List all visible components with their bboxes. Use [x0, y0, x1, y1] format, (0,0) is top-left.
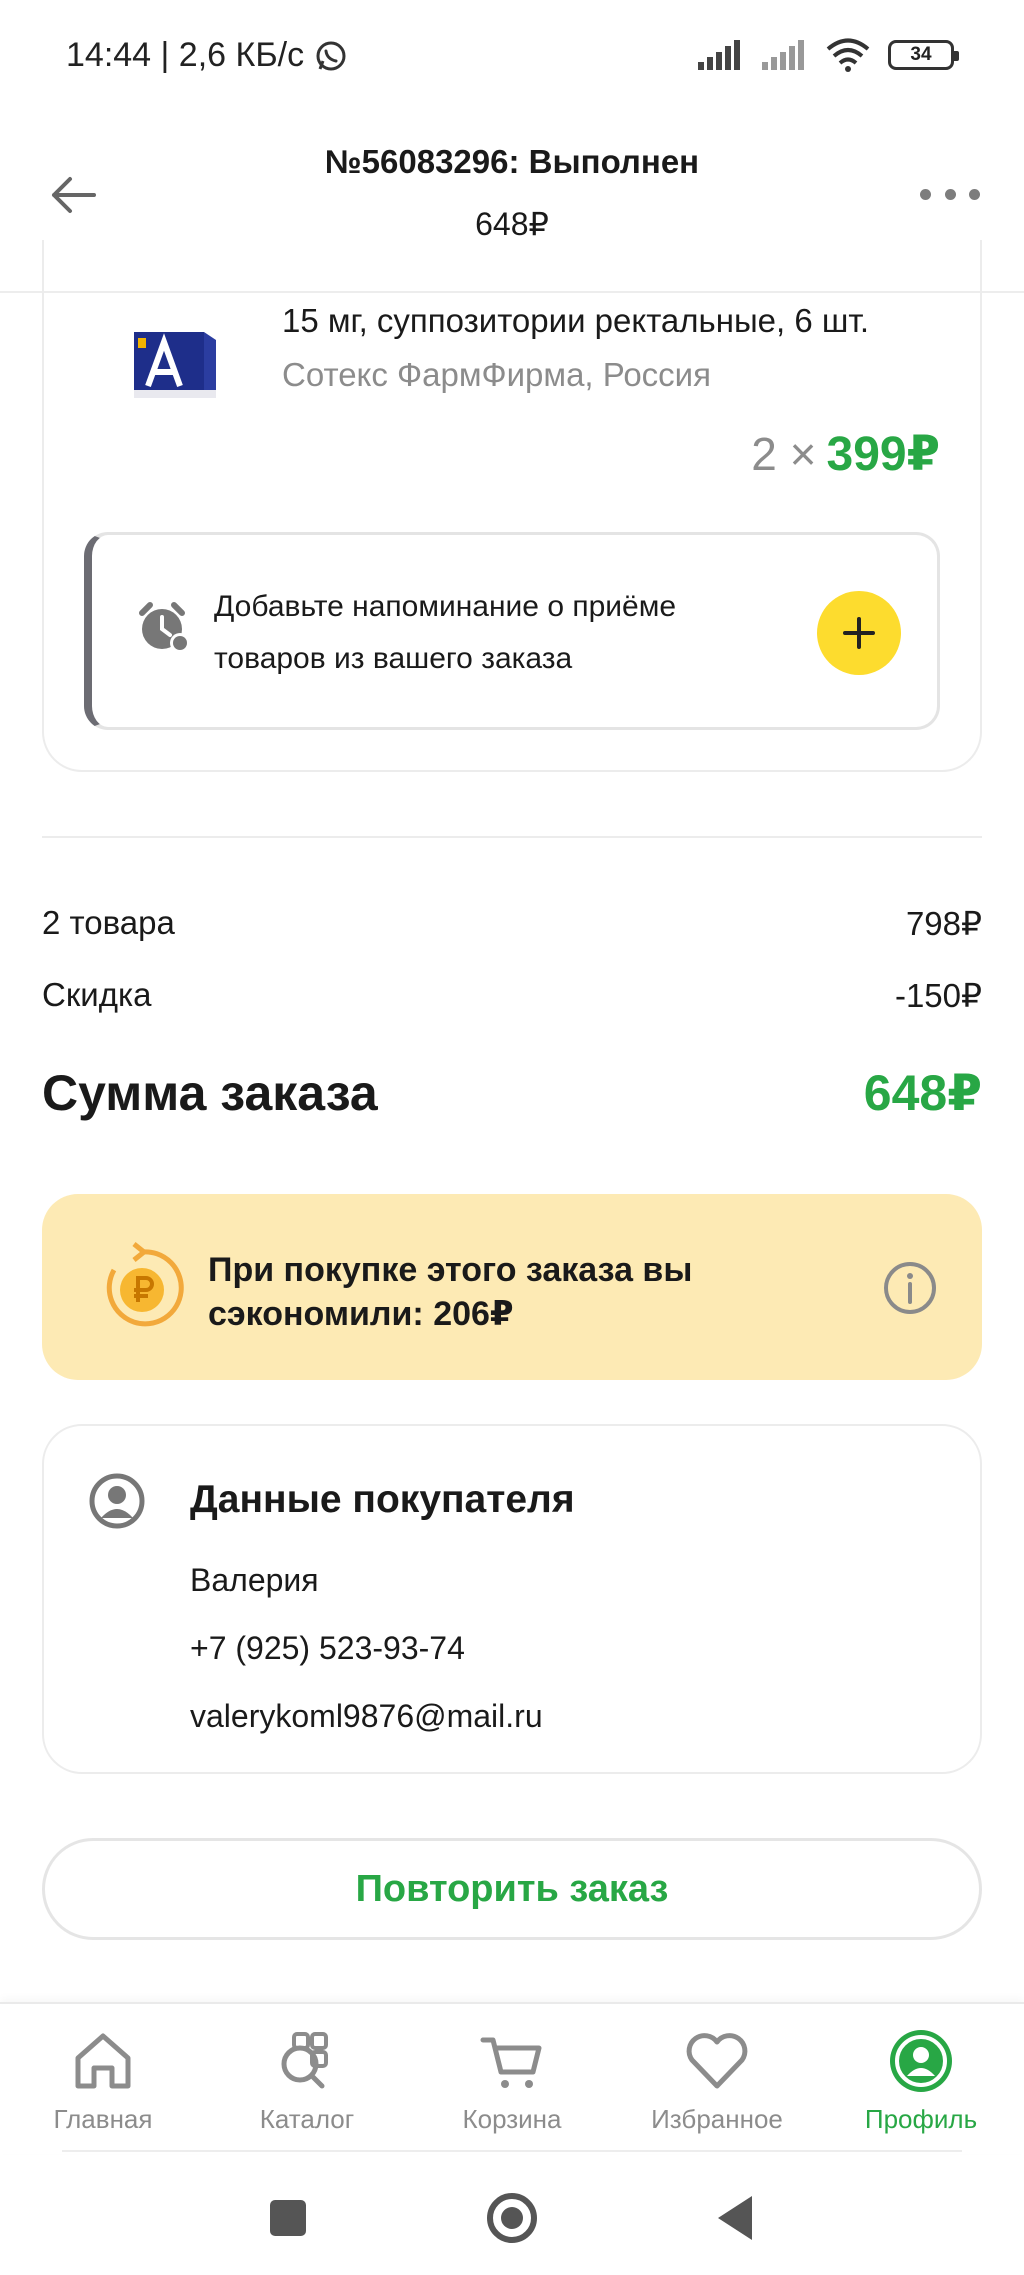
home-icon: [75, 2033, 131, 2089]
medicine-box-icon: [134, 332, 216, 398]
status-time: 14:44 | 2,6 КБ/с: [66, 36, 305, 74]
nav-label-profile: Профиль: [864, 2104, 978, 2134]
product-description: 15 мг, суппозитории ректальные, 6 шт.: [282, 302, 869, 339]
nav-label-cart: Корзина: [462, 2104, 562, 2134]
info-icon[interactable]: [882, 1260, 938, 1316]
dot-icon: [920, 188, 931, 200]
divider: [42, 836, 982, 838]
whatsapp-icon: [316, 41, 346, 70]
alarm-clock-icon: [139, 602, 190, 653]
savings-text: При покупке этого заказа вы сэкономили: …: [208, 1251, 693, 1333]
profile-icon: [890, 2030, 952, 2092]
repeat-order-button[interactable]: Повторить заказ: [42, 1838, 982, 1940]
summary-items-row: 2 товара 798₽: [42, 904, 982, 943]
page-title: №56083296: Выполнен: [324, 143, 700, 180]
ruble-coin-icon: [106, 1242, 184, 1327]
customer-phone: +7 (925) 523-93-74: [190, 1630, 465, 1666]
user-circle-icon: [89, 1473, 145, 1529]
reminder-text: Добавьте напоминание о приёме товаров из…: [214, 590, 677, 675]
catalog-icon: [281, 2032, 328, 2089]
recent-apps-icon[interactable]: [258, 2188, 318, 2248]
summary-total-row: Сумма заказа 648₽: [42, 1064, 982, 1122]
heart-icon: [686, 2033, 748, 2089]
customer-email: valerykoml9876@mail.ru: [190, 1698, 543, 1734]
signal-icon-2: [762, 40, 804, 70]
savings-banner: При покупке этого заказа вы сэкономили: …: [42, 1194, 982, 1380]
items-sum-value: 798₽: [905, 905, 982, 942]
dot-icon: [944, 188, 956, 200]
discount-label: Скидка: [42, 976, 152, 1013]
discount-value: -150₽: [894, 977, 982, 1014]
status-left: 14:44 | 2,6 КБ/с: [66, 36, 348, 75]
plus-icon: [843, 617, 875, 649]
nav-label-favorites: Избранное: [651, 2104, 783, 2134]
summary-discount-row: Скидка -150₽: [42, 976, 982, 1015]
more-options-button[interactable]: [920, 179, 980, 209]
add-reminder-button[interactable]: [817, 591, 901, 675]
product-price: 2 × 399₽: [751, 426, 940, 482]
order-total-header: 648₽: [475, 206, 549, 242]
dot-icon: [969, 188, 980, 200]
product-unit-price: 399₽: [826, 428, 940, 481]
product-manufacturer: Сотекс ФармФирма, Россия: [282, 356, 711, 393]
customer-name: Валерия: [190, 1562, 319, 1598]
nav-item-profile[interactable]: Профиль: [821, 2026, 1021, 2135]
home-button-icon[interactable]: [482, 2188, 542, 2248]
wifi-icon: [826, 38, 870, 72]
items-count-label: 2 товара: [42, 904, 175, 941]
product-quantity: 2 ×: [751, 428, 817, 480]
nav-label-catalog: Каталог: [259, 2104, 355, 2134]
nav-item-home[interactable]: Главная: [3, 2026, 203, 2135]
system-navigation: [0, 2160, 1024, 2275]
signal-icon: [698, 40, 740, 70]
cart-icon: [480, 2037, 542, 2088]
total-label: Сумма заказа: [42, 1065, 378, 1121]
nav-label-home: Главная: [53, 2104, 153, 2134]
product-image[interactable]: [84, 290, 244, 420]
bottom-navigation: Главная Каталог Корзина Избранное Профил…: [0, 2002, 1024, 2154]
nav-item-cart[interactable]: Корзина: [412, 2026, 612, 2135]
reminder-banner[interactable]: Добавьте напоминание о приёме товаров из…: [84, 532, 940, 730]
status-bar: 14:44 | 2,6 КБ/с 34: [0, 0, 1024, 115]
total-value: 648₽: [863, 1065, 982, 1121]
status-right: 34: [698, 38, 959, 72]
divider: [62, 2150, 962, 2152]
customer-card: Данные покупателя Валерия +7 (925) 523-9…: [42, 1424, 982, 1774]
battery-indicator: 34: [888, 40, 959, 70]
nav-item-favorites[interactable]: Избранное: [617, 2026, 817, 2135]
customer-title: Данные покупателя: [190, 1478, 575, 1521]
back-triangle-icon[interactable]: [706, 2188, 766, 2248]
nav-item-catalog[interactable]: Каталог: [207, 2026, 407, 2135]
